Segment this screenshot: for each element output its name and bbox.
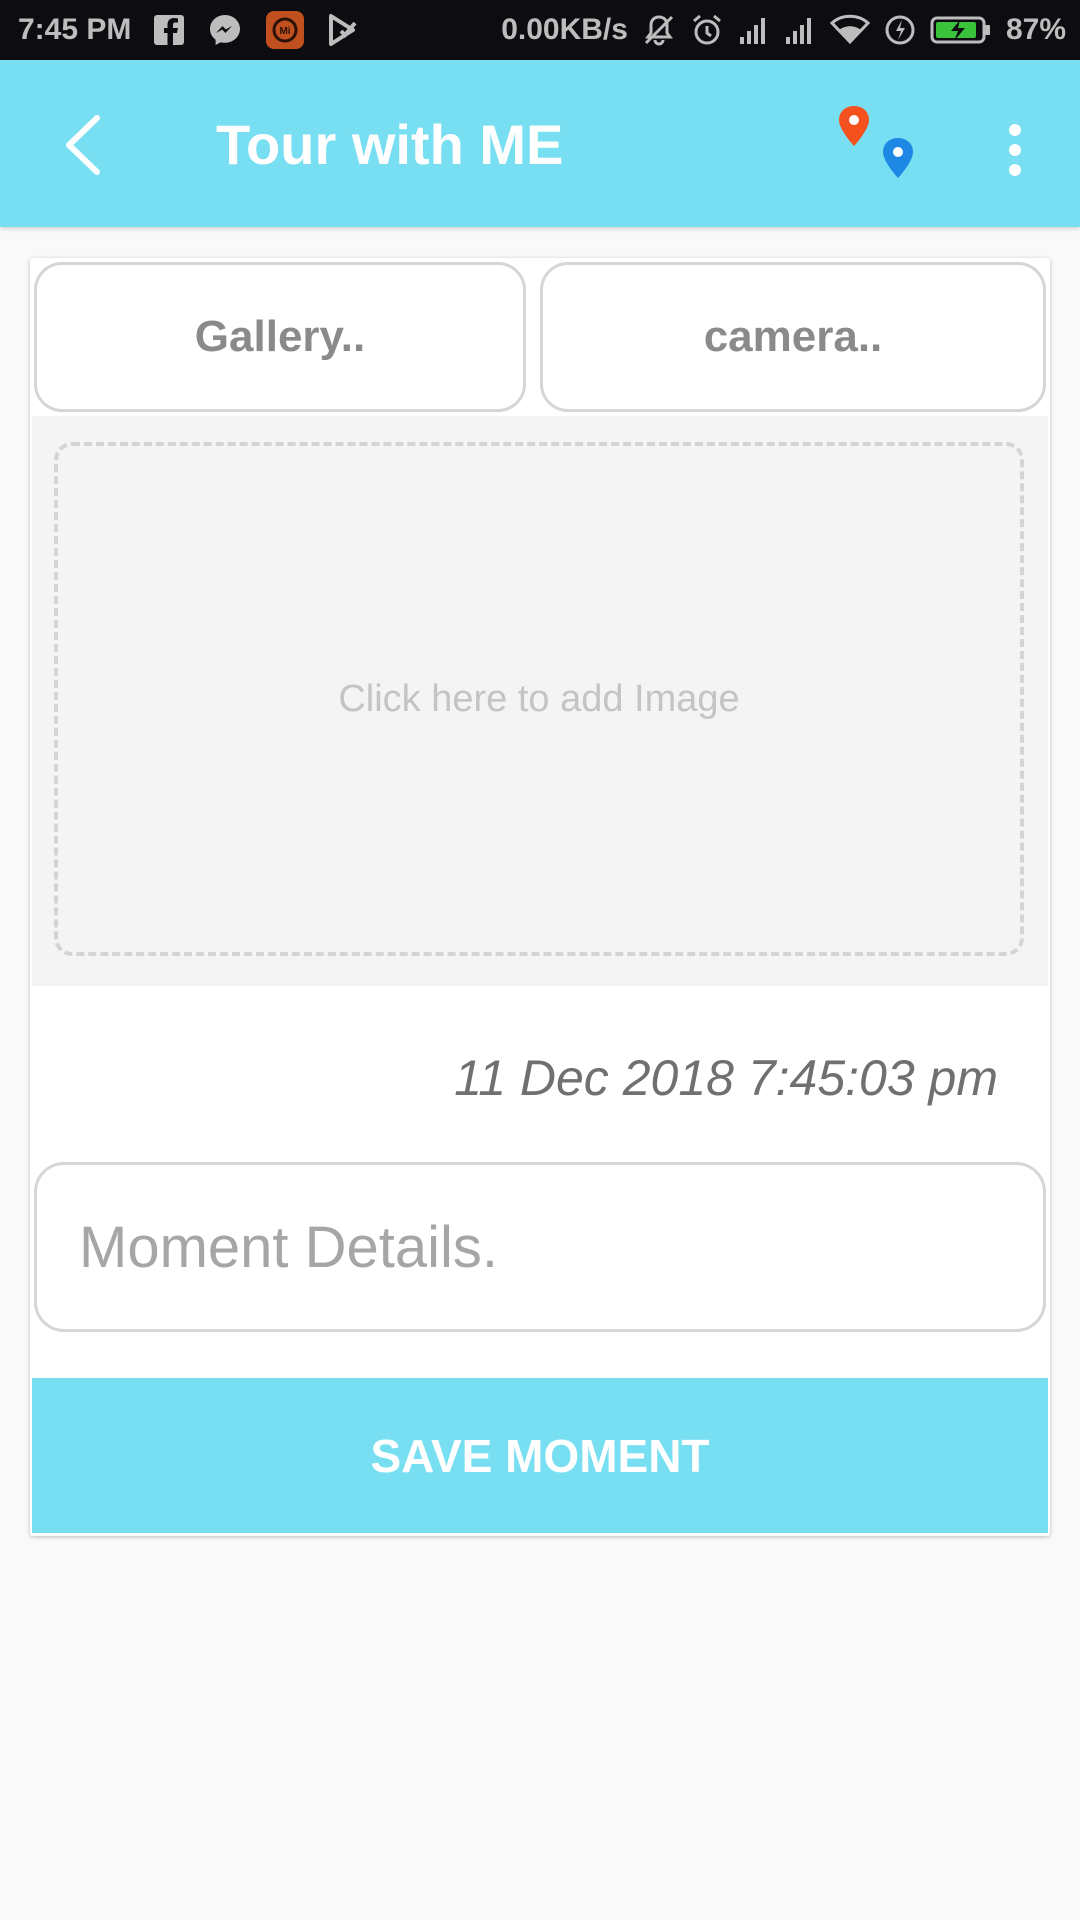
save-moment-button[interactable]: SAVE MOMENT	[32, 1378, 1048, 1533]
map-button[interactable]	[830, 104, 930, 184]
wifi-icon	[829, 14, 870, 46]
status-left: 7:45 PM Mi	[18, 10, 361, 50]
battery-charging-icon	[930, 15, 992, 45]
page-title: Tour with ME	[216, 113, 564, 176]
play-store-icon	[327, 13, 361, 47]
network-speed: 0.00KB/s	[501, 13, 628, 46]
facebook-icon	[153, 14, 185, 46]
power-saver-icon	[884, 13, 916, 47]
gallery-button[interactable]: Gallery..	[34, 262, 526, 412]
signal-icon	[784, 15, 816, 45]
messenger-icon	[207, 12, 243, 48]
more-options-button[interactable]	[985, 115, 1045, 185]
image-area: Click here to add Image	[32, 416, 1048, 986]
back-arrow-icon	[66, 115, 100, 175]
mute-icon	[642, 13, 676, 47]
moment-details-placeholder: Moment Details.	[79, 1214, 499, 1280]
back-button[interactable]	[48, 110, 118, 180]
map-pins-icon	[839, 106, 913, 178]
moment-date: 11 Dec 2018 7:45:03 pm	[454, 1050, 998, 1106]
signal-icon	[738, 15, 770, 45]
add-image-dropzone[interactable]: Click here to add Image	[54, 442, 1024, 956]
alarm-icon	[690, 13, 724, 47]
add-image-hint: Click here to add Image	[338, 677, 740, 720]
moment-details-input[interactable]: Moment Details.	[34, 1162, 1046, 1332]
status-bar: 7:45 PM Mi 0.00KB/s 87%	[0, 0, 1080, 60]
battery-percentage: 87%	[1005, 13, 1066, 46]
moment-card: Gallery.. camera.. Click here to add Ima…	[30, 258, 1050, 1536]
app-bar: Tour with ME	[0, 60, 1080, 227]
status-time: 7:45 PM	[18, 13, 132, 46]
svg-text:Mi: Mi	[280, 26, 291, 37]
status-right: 0.00KB/s 87%	[501, 13, 1066, 47]
mi-app-icon: Mi	[265, 10, 305, 50]
more-vert-icon	[1009, 124, 1021, 176]
camera-button[interactable]: camera..	[540, 262, 1046, 412]
